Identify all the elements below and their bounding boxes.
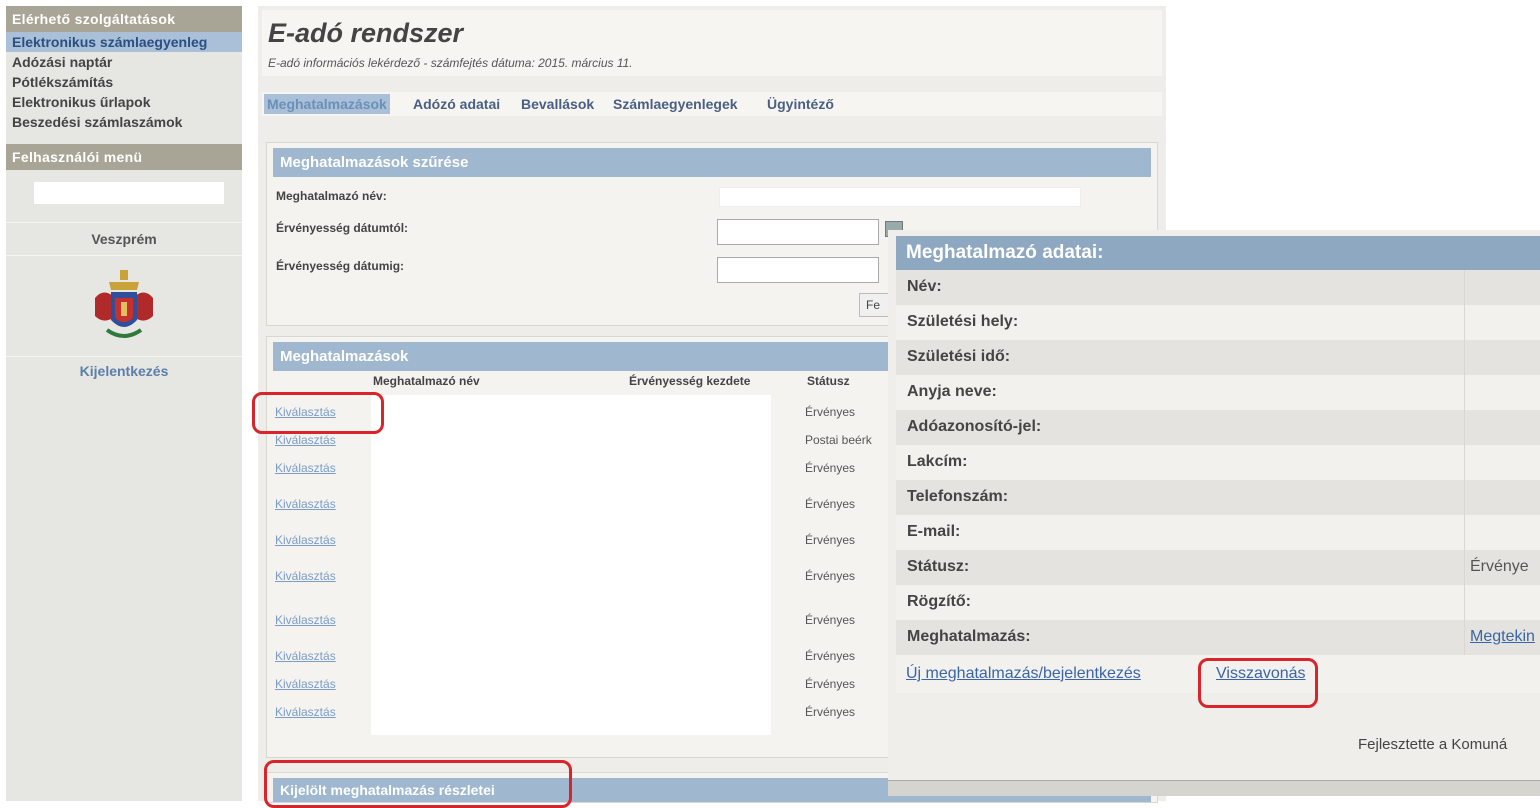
coat-of-arms-logo bbox=[6, 256, 242, 356]
field-label: Telefonszám: bbox=[907, 488, 1009, 505]
logout-link[interactable]: Kijelentkezés bbox=[6, 356, 242, 385]
field-value-cell bbox=[1464, 340, 1540, 375]
field-value-cell bbox=[1464, 375, 1540, 410]
dialog-heading: Meghatalmazó adatai: bbox=[896, 236, 1540, 270]
field-value-cell bbox=[1464, 305, 1540, 340]
row-status: Érvényes bbox=[805, 533, 856, 547]
app-title: E-adó rendszer bbox=[268, 18, 464, 48]
select-link[interactable]: Kiválasztás bbox=[275, 461, 336, 475]
view-authorization-link[interactable]: Megtekin bbox=[1470, 628, 1535, 646]
highlight-details bbox=[264, 760, 572, 808]
select-link[interactable]: Kiválasztás bbox=[275, 497, 336, 511]
from-date-label: Érvényesség dátumtól: bbox=[276, 221, 409, 235]
services-heading: Elérhető szolgáltatások bbox=[6, 6, 242, 32]
field-value-cell bbox=[1464, 585, 1540, 620]
select-link[interactable]: Kiválasztás bbox=[275, 677, 336, 691]
redacted-names bbox=[371, 395, 771, 735]
tab-balances[interactable]: Számlaegyenlegek bbox=[610, 94, 741, 114]
sidebar-item-forms[interactable]: Elektronikus űrlapok bbox=[6, 92, 242, 112]
select-link[interactable]: Kiválasztás bbox=[275, 649, 336, 663]
select-link[interactable]: Kiválasztás bbox=[275, 705, 336, 719]
select-link[interactable]: Kiválasztás bbox=[275, 613, 336, 627]
developer-footer: Fejlesztette a Komuná bbox=[1358, 736, 1508, 753]
field-label: Lakcím: bbox=[907, 453, 968, 470]
filter-heading: Meghatalmazások szűrése bbox=[273, 148, 1151, 177]
field-value-cell bbox=[1464, 445, 1540, 480]
row-status: Érvényes bbox=[805, 461, 856, 475]
select-link[interactable]: Kiválasztás bbox=[275, 433, 336, 447]
col-header-status: Státusz bbox=[807, 374, 850, 388]
to-date-input[interactable] bbox=[717, 257, 879, 283]
select-link[interactable]: Kiválasztás bbox=[275, 569, 336, 583]
row-status: Érvényes bbox=[805, 569, 856, 583]
row-status: Érvényes bbox=[805, 677, 856, 691]
header: E-adó rendszer E-adó információs lekérde… bbox=[262, 10, 1162, 76]
highlight-select bbox=[252, 392, 384, 434]
field-label: Státusz: bbox=[907, 558, 970, 575]
field-row-name: Név: bbox=[896, 270, 1540, 305]
name-input[interactable] bbox=[719, 187, 1081, 207]
field-row-birthplace: Születési hely: bbox=[896, 305, 1540, 340]
field-label: Adóazonosító-jel: bbox=[907, 418, 1042, 435]
sidebar: Elérhető szolgáltatások Elektronikus szá… bbox=[6, 6, 242, 801]
sidebar-item-calendar[interactable]: Adózási naptár bbox=[6, 52, 242, 72]
field-row-authorization: Meghatalmazás: Megtekin bbox=[896, 620, 1540, 655]
row-status: Érvényes bbox=[805, 497, 856, 511]
row-status: Érvényes bbox=[805, 405, 856, 419]
tab-returns[interactable]: Bevallások bbox=[518, 94, 597, 114]
field-value-cell bbox=[1464, 480, 1540, 515]
field-row-status: Státusz: Érvénye bbox=[896, 550, 1540, 585]
field-row-recorder: Rögzítő: bbox=[896, 585, 1540, 620]
field-row-taxid: Adóazonosító-jel: bbox=[896, 410, 1540, 445]
field-row-birthdate: Születési idő: bbox=[896, 340, 1540, 375]
highlight-revoke bbox=[1198, 658, 1318, 708]
field-row-mother: Anyja neve: bbox=[896, 375, 1540, 410]
user-menu-heading: Felhasználói menü bbox=[6, 144, 242, 170]
sidebar-item-surcharge[interactable]: Pótlékszámítás bbox=[6, 72, 242, 92]
row-status: Érvényes bbox=[805, 705, 856, 719]
field-row-email: E-mail: bbox=[896, 515, 1540, 550]
field-label: Meghatalmazás: bbox=[907, 628, 1031, 645]
row-status: Érvényes bbox=[805, 613, 856, 627]
field-row-phone: Telefonszám: bbox=[896, 480, 1540, 515]
from-date-input[interactable] bbox=[717, 219, 879, 245]
tab-taxpayer-data[interactable]: Adózó adatai bbox=[410, 94, 503, 114]
row-status: Érvényes bbox=[805, 649, 856, 663]
field-label: Anyja neve: bbox=[907, 383, 997, 400]
field-value-cell bbox=[1464, 270, 1540, 305]
tab-authorizations[interactable]: Meghatalmazások bbox=[264, 94, 390, 114]
field-row-address: Lakcím: bbox=[896, 445, 1540, 480]
city-name: Veszprém bbox=[6, 222, 242, 256]
field-label: Rögzítő: bbox=[907, 593, 971, 610]
col-header-name: Meghatalmazó név bbox=[373, 374, 480, 388]
dialog-bottom-bar bbox=[888, 780, 1540, 796]
tab-clerk[interactable]: Ügyintéző bbox=[764, 94, 837, 114]
user-name-redacted bbox=[34, 182, 224, 204]
field-label: Név: bbox=[907, 278, 942, 295]
to-date-label: Érvényesség dátumig: bbox=[276, 259, 405, 273]
sidebar-item-balance[interactable]: Elektronikus számlaegyenleg bbox=[6, 32, 242, 52]
principal-details-dialog: Meghatalmazó adatai: Név: Születési hely… bbox=[888, 230, 1540, 796]
field-value-cell bbox=[1464, 515, 1540, 550]
sidebar-item-accounts[interactable]: Beszedési számlaszámok bbox=[6, 112, 242, 132]
col-header-valid-from: Érvényesség kezdete bbox=[629, 374, 751, 388]
field-label: Születési idő: bbox=[907, 348, 1011, 365]
select-link[interactable]: Kiválasztás bbox=[275, 533, 336, 547]
tab-bar: Meghatalmazások Adózó adatai Bevallások … bbox=[262, 92, 1162, 116]
field-label: E-mail: bbox=[907, 523, 961, 540]
new-authorization-link[interactable]: Új meghatalmazás/bejelentkezés bbox=[906, 665, 1141, 683]
app-subtitle: E-adó információs lekérdező - számfejtés… bbox=[268, 56, 633, 70]
row-status: Postai beérk bbox=[805, 433, 872, 447]
field-label: Születési hely: bbox=[907, 313, 1019, 330]
status-value: Érvénye bbox=[1470, 558, 1529, 575]
field-value-cell bbox=[1464, 410, 1540, 445]
name-label: Meghatalmazó név: bbox=[276, 189, 387, 203]
